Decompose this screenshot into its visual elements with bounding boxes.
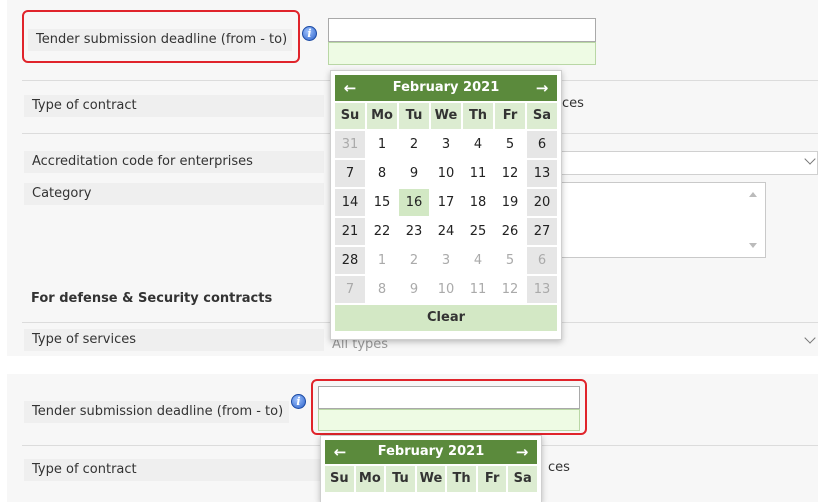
defense-section-title: For defense & Security contracts: [31, 291, 273, 306]
calendar-grid: Su Mo Tu We Th Fr Sa 31 1 2 3 4 5 6 7 8 …: [335, 103, 557, 303]
weekday-header: Th: [447, 466, 476, 492]
calendar-day-today[interactable]: 16: [399, 189, 429, 216]
calendar-day[interactable]: 12: [495, 276, 525, 303]
contract-type-value[interactable]: ces: [548, 460, 570, 475]
calendar-header: ← February 2021 →: [325, 440, 537, 464]
calendar-day[interactable]: 10: [431, 160, 461, 187]
services-type-label: Type of services: [24, 329, 324, 351]
prev-month-arrow-icon[interactable]: ←: [337, 75, 363, 101]
next-month-arrow-icon[interactable]: →: [509, 440, 535, 464]
weekday-header: Tu: [399, 103, 429, 129]
accreditation-select[interactable]: [560, 151, 818, 175]
weekday-header: We: [431, 103, 461, 129]
calendar-clear-button[interactable]: Clear: [335, 305, 557, 331]
calendar-day[interactable]: 8: [367, 276, 397, 303]
calendar-month-title: February 2021: [392, 80, 500, 95]
scroll-down-icon[interactable]: [749, 243, 757, 248]
calendar-month-title: February 2021: [377, 444, 485, 459]
calendar-day[interactable]: 13: [527, 160, 557, 187]
calendar-day[interactable]: 13: [527, 276, 557, 303]
info-icon[interactable]: i: [302, 26, 317, 41]
calendar-day[interactable]: 3: [431, 247, 461, 274]
deadline-from-input[interactable]: [318, 386, 580, 409]
weekday-header: Tu: [386, 466, 415, 492]
calendar-day[interactable]: 31: [335, 131, 365, 158]
calendar-day[interactable]: 11: [463, 276, 493, 303]
calendar-day[interactable]: 8: [367, 160, 397, 187]
calendar-day[interactable]: 19: [495, 189, 525, 216]
contract-type-label: Type of contract: [24, 95, 324, 117]
calendar-day[interactable]: 24: [431, 218, 461, 245]
calendar-day[interactable]: 23: [399, 218, 429, 245]
calendar-day[interactable]: 7: [335, 276, 365, 303]
weekday-header: Sa: [508, 466, 537, 492]
weekday-header: We: [416, 466, 446, 492]
date-picker-calendar: ← February 2021 → Su Mo Tu We Th Fr Sa: [320, 435, 542, 502]
calendar-day[interactable]: 1: [367, 131, 397, 158]
calendar-day[interactable]: 10: [431, 276, 461, 303]
screenshot-separator: [0, 356, 818, 374]
calendar-day[interactable]: 28: [335, 247, 365, 274]
weekday-header: Su: [335, 103, 365, 129]
weekday-header: Th: [463, 103, 493, 129]
weekday-header: Sa: [527, 103, 557, 129]
next-month-arrow-icon[interactable]: →: [529, 75, 555, 101]
calendar-day[interactable]: 1: [367, 247, 397, 274]
deadline-label: Tender submission deadline (from - to): [24, 401, 289, 423]
services-type-value[interactable]: All types: [332, 340, 388, 352]
info-icon[interactable]: i: [291, 394, 306, 409]
accreditation-label: Accreditation code for enterprises: [24, 151, 324, 173]
calendar-day[interactable]: 14: [335, 189, 365, 216]
calendar-day[interactable]: 17: [431, 189, 461, 216]
scroll-up-icon[interactable]: [749, 192, 757, 197]
calendar-day[interactable]: 3: [431, 131, 461, 158]
calendar-day[interactable]: 26: [495, 218, 525, 245]
category-label: Category: [24, 183, 324, 205]
deadline-label: Tender submission deadline (from - to): [28, 29, 292, 51]
contract-type-label: Type of contract: [24, 459, 324, 481]
calendar-day[interactable]: 22: [367, 218, 397, 245]
weekday-header: Fr: [477, 466, 507, 492]
calendar-day[interactable]: 7: [335, 160, 365, 187]
category-textarea[interactable]: [560, 182, 766, 258]
calendar-day[interactable]: 11: [463, 160, 493, 187]
weekday-header: Mo: [355, 466, 385, 492]
calendar-day[interactable]: 2: [399, 247, 429, 274]
calendar-day[interactable]: 6: [527, 247, 557, 274]
calendar-day[interactable]: 20: [527, 189, 557, 216]
calendar-header: ← February 2021 →: [335, 75, 557, 101]
deadline-to-input[interactable]: [318, 409, 580, 431]
contract-type-value[interactable]: ces: [562, 96, 584, 111]
calendar-day[interactable]: 18: [463, 189, 493, 216]
calendar-day[interactable]: 6: [527, 131, 557, 158]
calendar-day[interactable]: 4: [463, 131, 493, 158]
calendar-day[interactable]: 5: [495, 131, 525, 158]
weekday-header: Fr: [495, 103, 525, 129]
deadline-to-input[interactable]: [328, 42, 596, 65]
deadline-from-input[interactable]: [328, 18, 596, 42]
calendar-day[interactable]: 2: [399, 131, 429, 158]
weekday-header: Mo: [367, 103, 397, 129]
calendar-day[interactable]: 21: [335, 218, 365, 245]
calendar-day[interactable]: 4: [463, 247, 493, 274]
calendar-grid: Su Mo Tu We Th Fr Sa: [325, 466, 537, 492]
date-picker-calendar: ← February 2021 → Su Mo Tu We Th Fr Sa 3…: [330, 70, 562, 340]
calendar-day[interactable]: 15: [367, 189, 397, 216]
calendar-day[interactable]: 27: [527, 218, 557, 245]
prev-month-arrow-icon[interactable]: ←: [327, 440, 353, 464]
calendar-day[interactable]: 9: [399, 276, 429, 303]
calendar-day[interactable]: 25: [463, 218, 493, 245]
weekday-header: Su: [325, 466, 354, 492]
calendar-day[interactable]: 9: [399, 160, 429, 187]
calendar-day[interactable]: 12: [495, 160, 525, 187]
calendar-day[interactable]: 5: [495, 247, 525, 274]
